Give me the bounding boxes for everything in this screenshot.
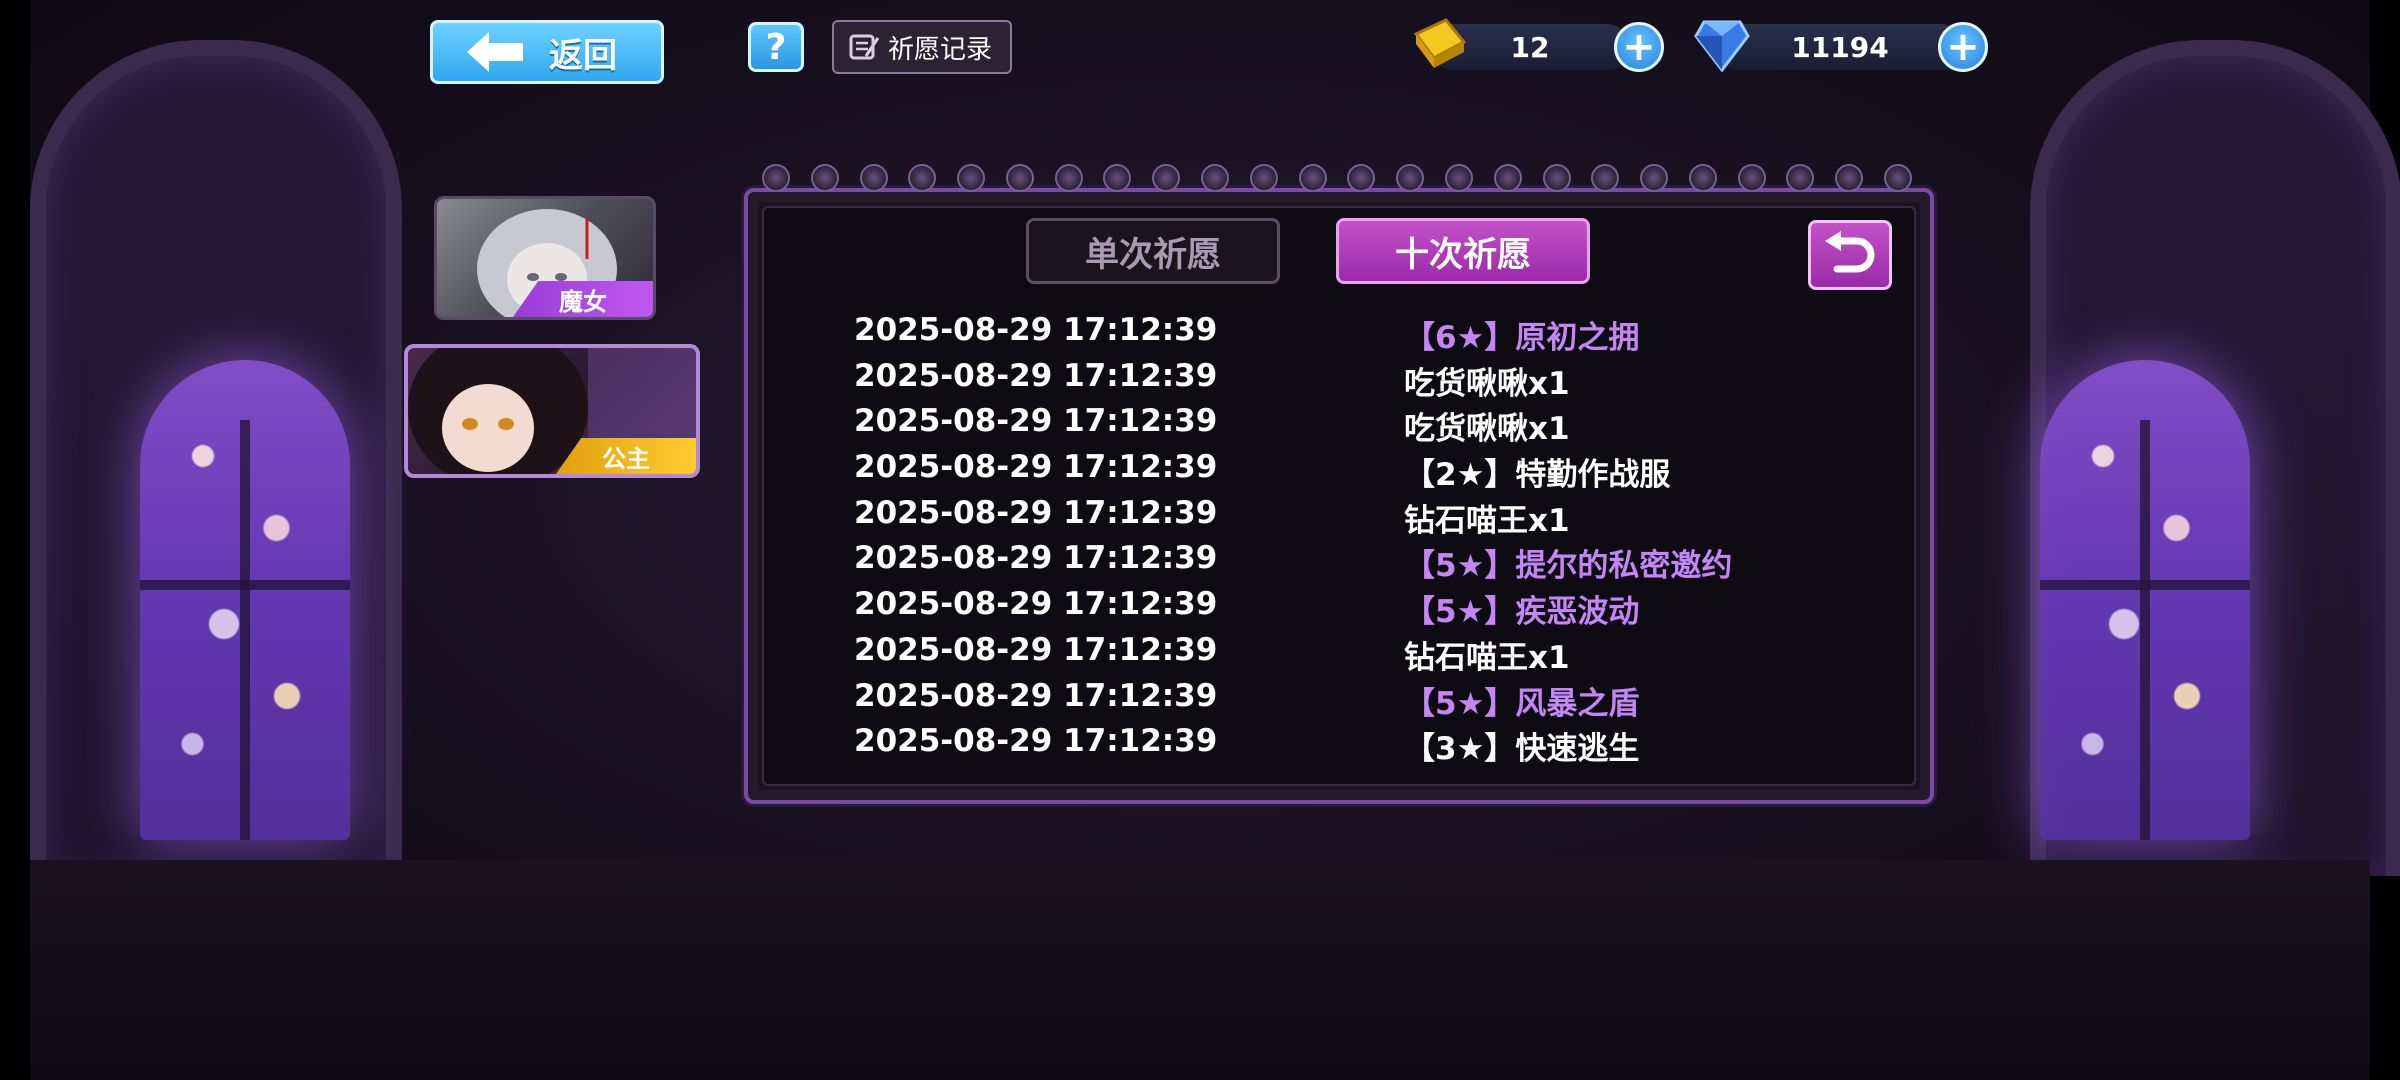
record-row: 2025-08-29 17:12:39 【5★】风暴之盾: [854, 674, 1854, 722]
record-time: 2025-08-29 17:12:39: [854, 677, 1218, 714]
record-item: 【6★】原初之拥: [1404, 320, 1640, 356]
record-time: 2025-08-29 17:12:39: [854, 586, 1218, 623]
panel-ornament: [859, 164, 888, 192]
help-button[interactable]: ?: [748, 22, 804, 72]
panel-ornament: [1786, 164, 1815, 192]
panel-ornament: [1835, 164, 1864, 192]
record-time: 2025-08-29 17:12:39: [854, 631, 1218, 668]
back-label: 返回: [549, 35, 617, 76]
panel-ornament: [1298, 164, 1327, 192]
stained-glass-window-right: [2040, 360, 2250, 840]
return-button[interactable]: [1808, 220, 1892, 290]
wish-record-button[interactable]: 祈愿记录: [832, 20, 1012, 74]
window-mullion: [240, 420, 250, 840]
scroll-icon: [846, 30, 880, 64]
record-row: 2025-08-29 17:12:39 钻石喵王x1: [854, 628, 1854, 676]
window-mullion: [2140, 420, 2150, 840]
panel-ornament: [810, 164, 839, 192]
character-tab-princess[interactable]: 公主: [404, 344, 700, 478]
record-row: 2025-08-29 17:12:39 【6★】原初之拥: [854, 308, 1854, 356]
panel-ornament: [957, 164, 986, 192]
panel-ornament: [1201, 164, 1230, 192]
record-row: 2025-08-29 17:12:39 【2★】特勤作战服: [854, 445, 1854, 494]
record-row: 2025-08-29 17:12:39 【5★】提尔的私密邀约: [854, 536, 1854, 585]
record-item: 【5★】风暴之盾: [1404, 685, 1640, 722]
record-row: 2025-08-29 17:12:39 吃货啾啾x1: [854, 354, 1854, 402]
panel-ornament: [1347, 164, 1376, 192]
record-item: 吃货啾啾x1: [1404, 365, 1570, 402]
wish-record-label: 祈愿记录: [888, 34, 993, 65]
window-transom: [2040, 580, 2250, 590]
wish-record-list: 2025-08-29 17:12:39 【6★】原初之拥 2025-08-29 17…: [854, 308, 1854, 768]
record-time: 2025-08-29 17:12:39: [854, 403, 1218, 440]
record-row: 2025-08-29 17:12:39 吃货啾啾x1: [854, 399, 1854, 448]
gold-ticket-icon: [1408, 12, 1472, 76]
letterbox-left: [0, 0, 30, 1080]
stained-glass-window-left: [140, 360, 350, 840]
panel-ornament: [1103, 164, 1132, 192]
record-item: 钻石喵王x1: [1404, 639, 1570, 676]
add-gold-ticket-button[interactable]: +: [1614, 22, 1664, 72]
panel-ornament: [762, 164, 790, 192]
panel-ornament: [908, 164, 937, 192]
panel-ornament: [1640, 164, 1669, 192]
record-time: 2025-08-29 17:12:39: [854, 312, 1218, 348]
record-item: 【3★】快速逃生: [1404, 731, 1640, 768]
record-time: 2025-08-29 17:12:39: [854, 494, 1218, 531]
return-arrow-icon: [1823, 231, 1877, 279]
record-row: 2025-08-29 17:12:39 【3★】快速逃生: [854, 719, 1854, 768]
record-time: 2025-08-29 17:12:39: [854, 449, 1218, 486]
background-floor: [30, 860, 2370, 1080]
character-tab-witch[interactable]: 魔女: [434, 196, 656, 320]
tab-single-wish[interactable]: 单次祈愿: [1026, 218, 1280, 284]
back-arrow-icon: [467, 32, 523, 72]
record-row: 2025-08-29 17:12:39 钻石喵王x1: [854, 491, 1854, 539]
panel-decoration: [762, 160, 1912, 196]
panel-ornament: [1542, 164, 1571, 192]
panel-ornament: [1005, 164, 1034, 192]
record-item: 吃货啾啾x1: [1404, 411, 1570, 448]
diamond-amount: 11194: [1791, 30, 1889, 64]
record-time: 2025-08-29 17:12:39: [854, 723, 1218, 760]
record-item: 钻石喵王x1: [1404, 502, 1570, 539]
record-item: 【5★】疾恶波动: [1404, 594, 1640, 631]
panel-ornament: [1054, 164, 1083, 192]
record-row: 2025-08-29 17:12:39 【5★】疾恶波动: [854, 582, 1854, 631]
panel-ornament: [1737, 164, 1766, 192]
game-screen: 返回 ? 祈愿记录 12 + 11194 + 魔女 公主 单次祈愿 十次祈愿 2…: [0, 0, 2400, 1080]
add-diamond-button[interactable]: +: [1938, 22, 1988, 72]
gold-ticket-amount: 12: [1510, 30, 1550, 64]
panel-ornament: [1591, 164, 1620, 192]
panel-ornament: [1152, 164, 1181, 192]
panel-ornament: [1396, 164, 1425, 192]
tab-ten-wish[interactable]: 十次祈愿: [1336, 218, 1590, 284]
panel-ornament: [1444, 164, 1473, 192]
record-time: 2025-08-29 17:12:39: [854, 540, 1218, 577]
diamond-icon: [1690, 12, 1754, 76]
record-item: 【5★】提尔的私密邀约: [1404, 548, 1733, 585]
panel-ornament: [1249, 164, 1278, 192]
back-button[interactable]: 返回: [430, 20, 664, 84]
panel-ornament: [1493, 164, 1522, 192]
panel-ornament: [1883, 164, 1912, 192]
record-time: 2025-08-29 17:12:39: [854, 357, 1218, 394]
record-item: 【2★】特勤作战服: [1404, 457, 1671, 494]
panel-ornament: [1688, 164, 1717, 192]
window-transom: [140, 580, 350, 590]
